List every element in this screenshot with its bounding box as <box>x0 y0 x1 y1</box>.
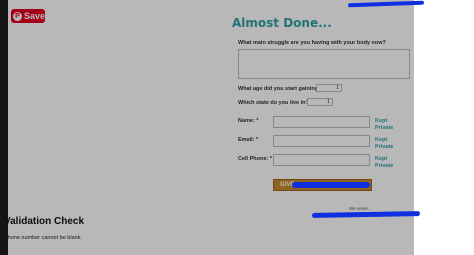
redaction-button <box>292 182 370 188</box>
page: P Save Almost Done... What main struggle… <box>0 0 474 255</box>
right-white-strip <box>414 0 474 255</box>
